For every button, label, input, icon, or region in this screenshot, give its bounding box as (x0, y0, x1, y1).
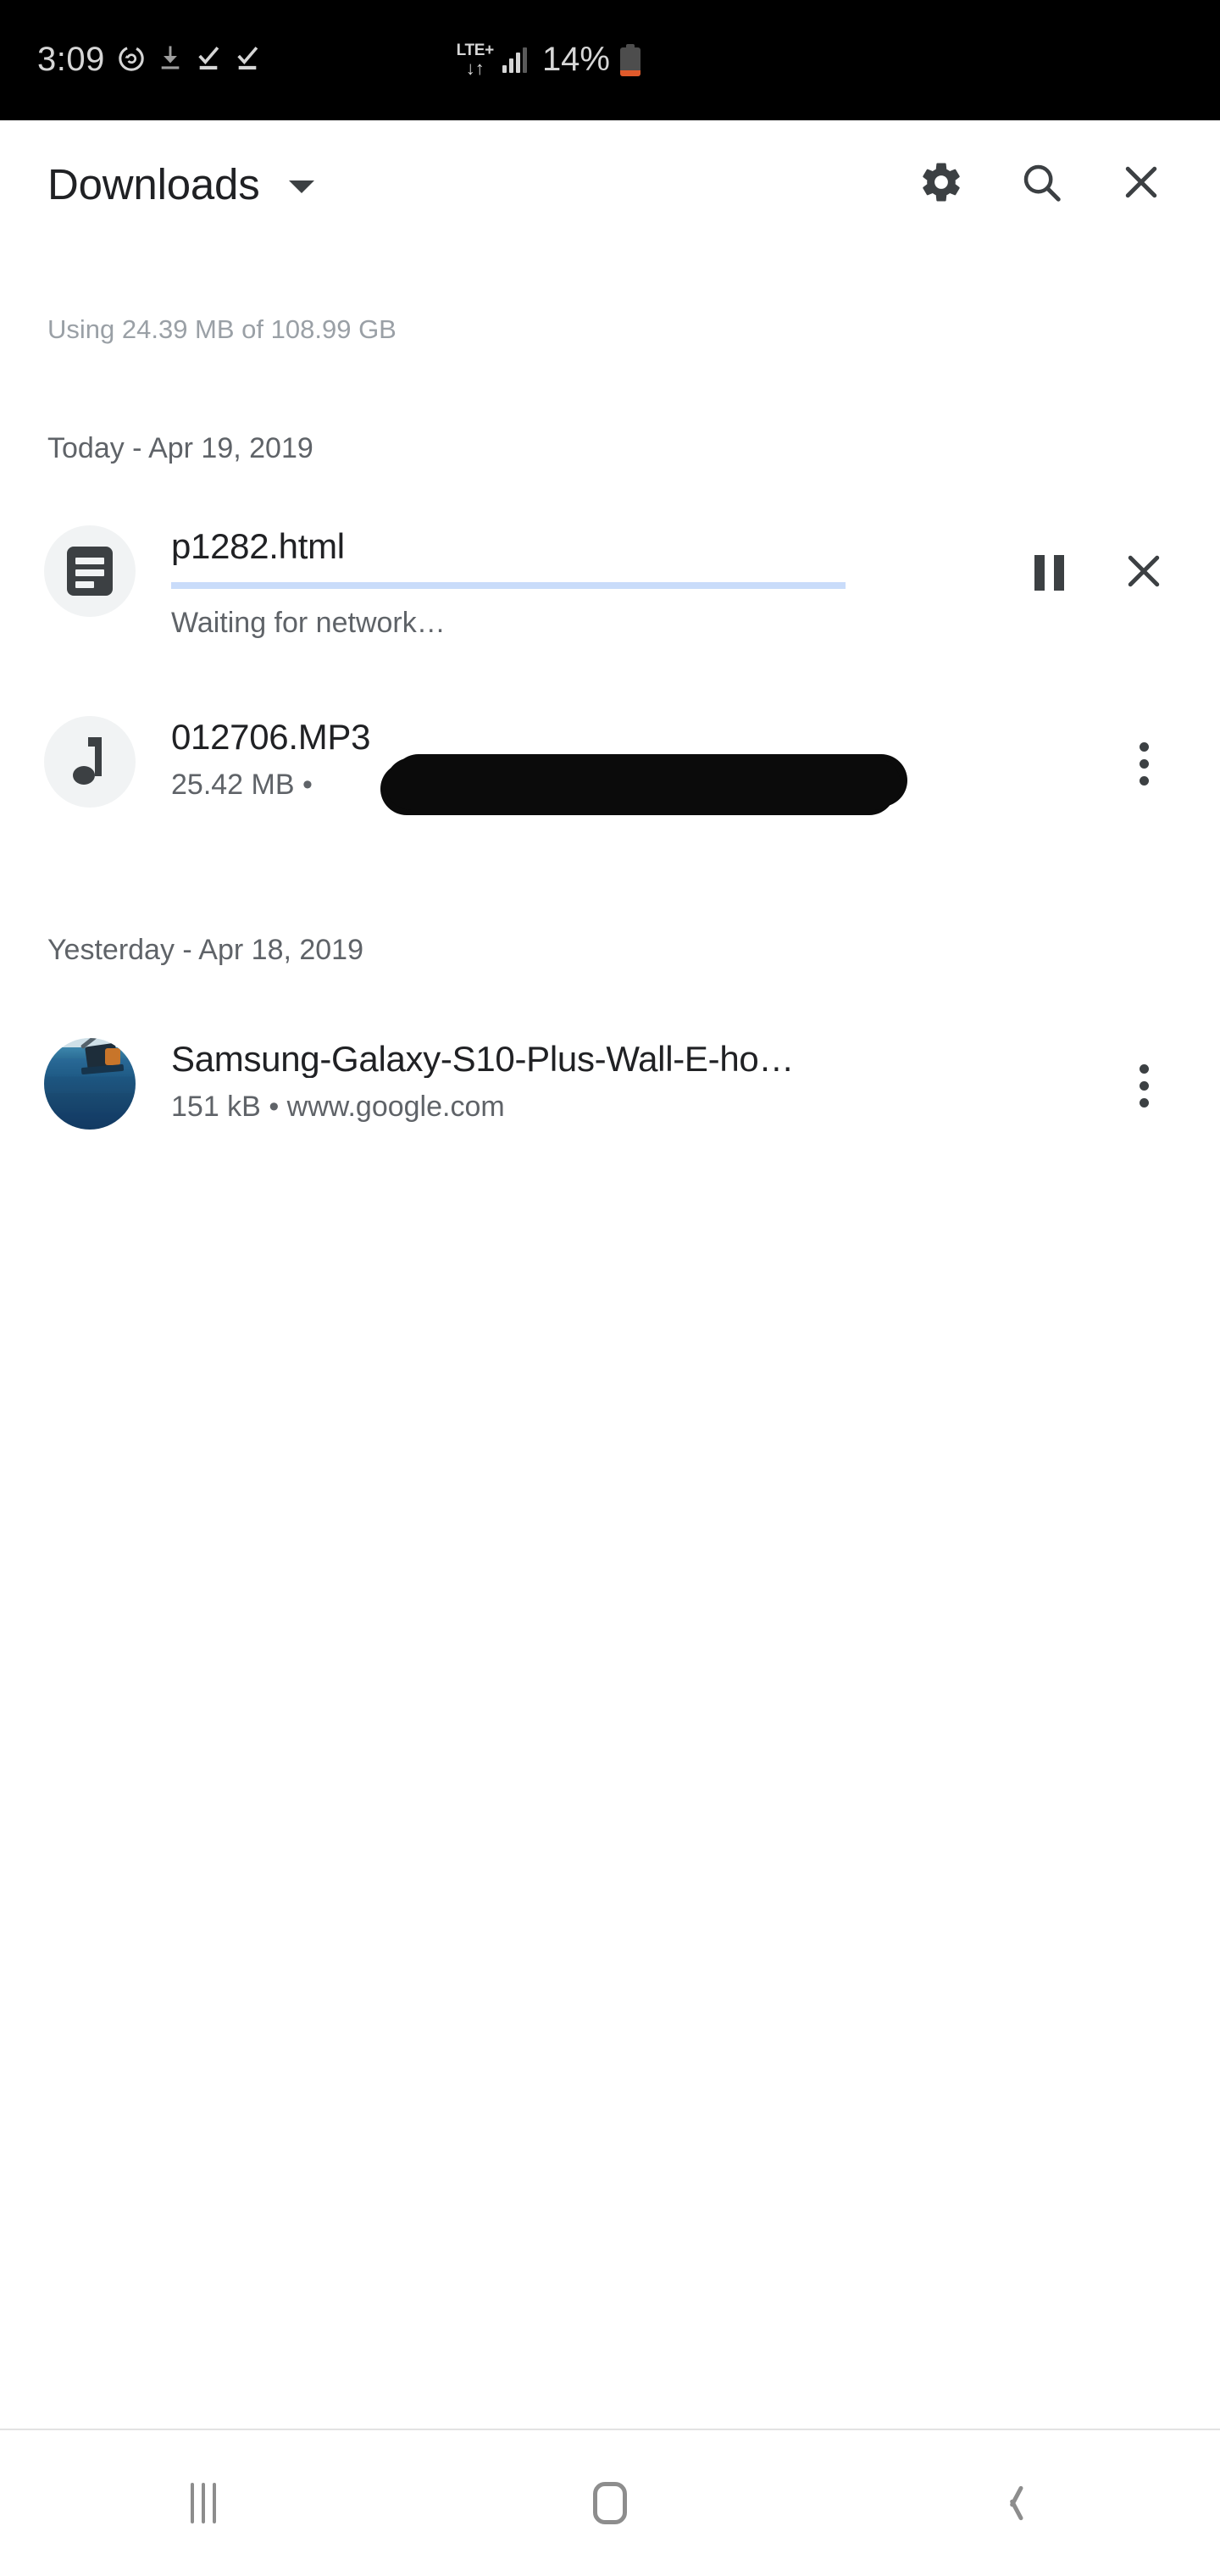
download-item-body: Samsung-Galaxy-S10-Plus-Wall-E-ho… 151 k… (171, 1038, 1096, 1124)
download-progress-bar (171, 582, 846, 590)
storage-usage-text: Using 24.39 MB of 108.99 GB (47, 314, 396, 344)
section-header-today: Today - Apr 19, 2019 (47, 432, 313, 464)
document-icon (44, 525, 136, 617)
music-note-icon (44, 716, 136, 808)
download-complete-icon (234, 44, 261, 77)
gear-icon (918, 159, 964, 209)
file-name: Samsung-Galaxy-S10-Plus-Wall-E-ho… (171, 1040, 795, 1079)
download-item-actions (1096, 716, 1220, 811)
file-size: 25.42 MB (171, 769, 295, 802)
download-complete-icon (195, 44, 222, 77)
file-name: p1282.html (171, 527, 345, 566)
settings-button[interactable] (891, 134, 991, 234)
home-button[interactable] (407, 2430, 813, 2576)
toolbar-actions (891, 134, 1220, 234)
status-clock: 3:09 (37, 41, 105, 78)
image-thumbnail (44, 1038, 136, 1130)
meta-separator: • (269, 1091, 280, 1124)
meta-separator: • (302, 769, 313, 802)
battery-percentage: 14% (541, 41, 610, 78)
status-bar-left: 3:09 (37, 42, 261, 78)
downloads-title-dropdown[interactable]: Downloads (47, 163, 314, 206)
page-title: Downloads (47, 159, 260, 208)
overflow-menu-button[interactable] (1096, 716, 1191, 811)
overflow-menu-icon (1139, 741, 1149, 786)
section-header-yesterday: Yesterday - Apr 18, 2019 (47, 934, 364, 966)
download-arrow-icon (158, 44, 183, 77)
redacted-source-overlay (385, 758, 901, 811)
system-navigation-bar (0, 2430, 1220, 2576)
cancel-icon (1121, 548, 1167, 598)
search-button[interactable] (991, 134, 1091, 234)
signal-strength-icon (502, 47, 527, 73)
data-transfer-arrows-icon: ↓↑ (465, 58, 485, 79)
download-meta: 151 kB • www.google.com (171, 1091, 1096, 1123)
recents-button[interactable] (0, 2430, 407, 2576)
download-item-body: p1282.html Waiting for network… (171, 525, 1001, 640)
pause-button[interactable] (1001, 525, 1096, 620)
back-button[interactable] (813, 2430, 1220, 2576)
network-type-indicator: LTE+ ↓↑ (456, 42, 495, 79)
back-icon (1006, 2484, 1028, 2523)
overflow-menu-button[interactable] (1096, 1038, 1191, 1133)
pause-icon (1034, 555, 1064, 591)
close-button[interactable] (1091, 134, 1191, 234)
download-item-actions (1001, 525, 1220, 620)
network-type-label: LTE+ (456, 42, 495, 59)
chevron-down-icon[interactable] (288, 180, 314, 193)
sync-icon (117, 44, 146, 77)
recents-icon (191, 2483, 216, 2523)
download-item-actions (1096, 1038, 1220, 1133)
battery-icon (620, 44, 640, 76)
file-size: 151 kB (171, 1091, 261, 1124)
status-bar-right: LTE+ ↓↑ 14% (457, 42, 1183, 78)
search-icon (1018, 159, 1064, 209)
overflow-menu-icon (1139, 1063, 1149, 1108)
download-source: www.google.com (286, 1091, 505, 1124)
download-meta: 25.42 MB • (171, 758, 1096, 811)
app-toolbar: Downloads (0, 120, 1220, 247)
download-item-body: 012706.MP3 25.42 MB • (171, 716, 1096, 811)
download-list-item[interactable]: 012706.MP3 25.42 MB • (0, 716, 1220, 856)
cancel-button[interactable] (1096, 525, 1191, 620)
status-bar: 3:09 LTE+ ↓↑ 14% (0, 0, 1220, 120)
file-name: 012706.MP3 (171, 718, 371, 757)
close-icon (1118, 159, 1164, 209)
download-list-item[interactable]: Samsung-Galaxy-S10-Plus-Wall-E-ho… 151 k… (0, 1038, 1220, 1178)
download-status-text: Waiting for network… (171, 607, 446, 640)
home-icon (593, 2482, 627, 2524)
download-list-item[interactable]: p1282.html Waiting for network… (0, 525, 1220, 669)
